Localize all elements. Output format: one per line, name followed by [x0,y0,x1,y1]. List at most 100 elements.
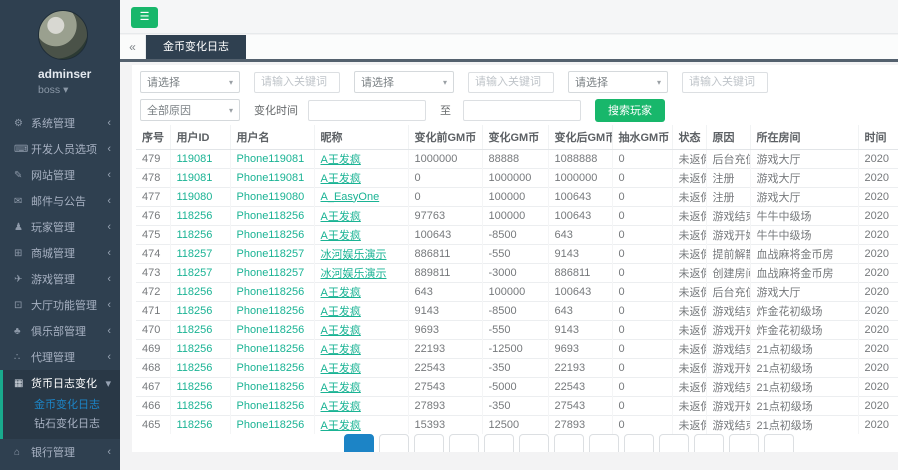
cell-user-id[interactable]: 118257 [170,263,230,282]
page-button-8[interactable] [589,434,619,452]
cell-username[interactable]: Phone118256 [230,206,314,225]
sidebar-item-7[interactable]: ⊡大厅功能管理‹ [0,292,120,318]
cell-username[interactable]: Phone118256 [230,225,314,244]
sidebar-item-10[interactable]: ▦货币日志变化▾ [3,370,120,396]
column-header[interactable]: 序号 [136,125,170,149]
cell-user-id[interactable]: 119081 [170,168,230,187]
cell-username[interactable]: Phone118257 [230,244,314,263]
page-button-1[interactable] [344,434,374,452]
filter-select-3[interactable]: 请选择 ▾ [568,71,668,93]
cell-username[interactable]: Phone119081 [230,149,314,168]
sidebar-item-9[interactable]: ∴代理管理‹ [0,344,120,370]
cell-nickname[interactable]: A王发疯 [314,206,408,225]
cell-username[interactable]: Phone118256 [230,396,314,415]
cell-username[interactable]: Phone118256 [230,339,314,358]
cell-nickname[interactable]: A王发疯 [314,168,408,187]
cell-nickname[interactable]: A王发疯 [314,339,408,358]
column-header[interactable]: 所在房间 [750,125,858,149]
column-header[interactable]: 状态 [672,125,706,149]
column-header[interactable]: 时间 [858,125,898,149]
sidebar-item-1[interactable]: ⌨开发人员选项‹ [0,136,120,162]
cell-username[interactable]: Phone119080 [230,187,314,206]
cell-username[interactable]: Phone118256 [230,301,314,320]
keyword-input-3[interactable] [682,72,768,93]
cell-user-id[interactable]: 118256 [170,206,230,225]
page-button-3[interactable] [414,434,444,452]
sidebar-item-4[interactable]: ♟玩家管理‹ [0,214,120,240]
user-role-dropdown[interactable]: boss ▾ [38,84,114,96]
cell-nickname[interactable]: A王发疯 [314,377,408,396]
search-player-button[interactable]: 搜索玩家 [595,99,665,122]
cell-username[interactable]: Phone118256 [230,358,314,377]
cell-user-id[interactable]: 118256 [170,301,230,320]
column-header[interactable]: 变化前GM币 [408,125,482,149]
page-button-13[interactable] [764,434,794,452]
sidebar-item-8[interactable]: ♣俱乐部管理‹ [0,318,120,344]
sidebar-item-11[interactable]: ⌂银行管理‹ [0,439,120,465]
column-header[interactable]: 昵称 [314,125,408,149]
time-end-input[interactable] [463,100,581,121]
column-header[interactable]: 变化GM币 [482,125,548,149]
keyword-input-1[interactable] [254,72,340,93]
cell-nickname[interactable]: A王发疯 [314,282,408,301]
cell-user-id[interactable]: 118256 [170,358,230,377]
page-button-10[interactable] [659,434,689,452]
cell-username[interactable]: Phone118256 [230,320,314,339]
cell-nickname[interactable]: A王发疯 [314,301,408,320]
cell-user-id[interactable]: 119080 [170,187,230,206]
cell-username[interactable]: Phone119081 [230,168,314,187]
keyword-input-2[interactable] [468,72,554,93]
cell-nickname[interactable]: A王发疯 [314,415,408,434]
sidebar-item-5[interactable]: ⊞商城管理‹ [0,240,120,266]
cell-user-id[interactable]: 118257 [170,244,230,263]
cell-user-id[interactable]: 118256 [170,225,230,244]
page-button-9[interactable] [624,434,654,452]
sidebar-item-0[interactable]: ⚙系统管理‹ [0,110,120,136]
page-button-11[interactable] [694,434,724,452]
cell-nickname[interactable]: A王发疯 [314,358,408,377]
cell-user-id[interactable]: 119081 [170,149,230,168]
page-button-6[interactable] [519,434,549,452]
column-header[interactable]: 抽水GM币 [612,125,672,149]
cell-nickname[interactable]: 冰河娱乐演示 [314,244,408,263]
cell-user-id[interactable]: 118256 [170,396,230,415]
cell-nickname[interactable]: A_EasyOne [314,187,408,206]
column-header[interactable]: 原因 [706,125,750,149]
avatar[interactable] [38,10,88,60]
page-button-4[interactable] [449,434,479,452]
cell-nickname[interactable]: A王发疯 [314,396,408,415]
page-button-7[interactable] [554,434,584,452]
sidebar-item-3[interactable]: ✉邮件与公告‹ [0,188,120,214]
cell-user-id[interactable]: 118256 [170,282,230,301]
cell-username[interactable]: Phone118256 [230,377,314,396]
sidebar-item-12[interactable]: ↗平台数据统计‹ [0,465,120,470]
sidebar-subitem-0[interactable]: 金币变化日志 [3,396,120,415]
column-header[interactable]: 用户名 [230,125,314,149]
cell-user-id[interactable]: 118256 [170,377,230,396]
cell-user-id[interactable]: 118256 [170,339,230,358]
collapse-tabs-icon[interactable]: « [120,35,146,59]
sidebar-item-6[interactable]: ✈游戏管理‹ [0,266,120,292]
cell-user-id[interactable]: 118256 [170,320,230,339]
sidebar-subitem-1[interactable]: 钻石变化日志 [3,415,120,434]
page-button-2[interactable] [379,434,409,452]
reason-select[interactable]: 全部原因 ▾ [140,99,240,121]
filter-select-1[interactable]: 请选择 ▾ [140,71,240,93]
page-button-5[interactable] [484,434,514,452]
hamburger-menu-icon[interactable]: ☰ [131,7,158,28]
cell-username[interactable]: Phone118256 [230,282,314,301]
cell-nickname[interactable]: 冰河娱乐演示 [314,263,408,282]
cell-nickname[interactable]: A王发疯 [314,225,408,244]
time-start-input[interactable] [308,100,426,121]
column-header[interactable]: 用户ID [170,125,230,149]
page-button-12[interactable] [729,434,759,452]
cell-username[interactable]: Phone118256 [230,415,314,434]
cell-user-id[interactable]: 118256 [170,415,230,434]
tab-gold-change-log[interactable]: 金币变化日志 [146,35,246,59]
sidebar-item-2[interactable]: ✎网站管理‹ [0,162,120,188]
cell-nickname[interactable]: A王发疯 [314,149,408,168]
cell-username[interactable]: Phone118257 [230,263,314,282]
filter-select-2[interactable]: 请选择 ▾ [354,71,454,93]
cell-nickname[interactable]: A王发疯 [314,320,408,339]
column-header[interactable]: 变化后GM币 [548,125,612,149]
